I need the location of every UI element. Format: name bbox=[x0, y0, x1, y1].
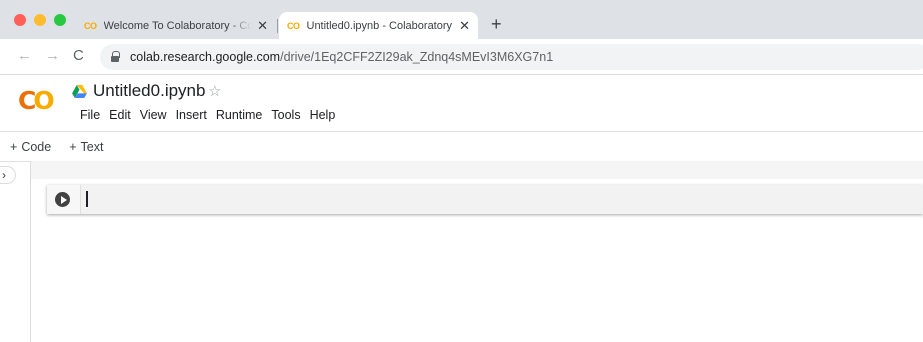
maximize-window-button[interactable] bbox=[54, 14, 66, 26]
menu-edit[interactable]: Edit bbox=[109, 108, 131, 122]
notebook-toolbar: + Code + Text bbox=[0, 131, 923, 161]
menu-view[interactable]: View bbox=[140, 108, 167, 122]
menu-help[interactable]: Help bbox=[310, 108, 336, 122]
menu-runtime[interactable]: Runtime bbox=[216, 108, 263, 122]
new-tab-button[interactable]: + bbox=[491, 15, 502, 33]
tab-separator bbox=[277, 19, 278, 33]
close-icon[interactable]: ✕ bbox=[257, 18, 268, 34]
tab-title: Welcome To Colaboratory - Cola bbox=[103, 19, 252, 32]
star-icon[interactable]: ☆ bbox=[208, 82, 221, 100]
logo-letter-o: O bbox=[33, 86, 54, 115]
url-path: /drive/1Eq2CFF2ZI29ak_Zdnq4sMEvI3M6XG7n1 bbox=[280, 50, 554, 64]
notebook-top-strip bbox=[31, 161, 923, 179]
forward-arrow-icon[interactable]: → bbox=[45, 48, 60, 64]
menu-tools[interactable]: Tools bbox=[271, 108, 300, 122]
logo-letter-c: C bbox=[18, 86, 36, 115]
tab-welcome[interactable]: CO Welcome To Colaboratory - Cola ✕ bbox=[76, 12, 276, 39]
code-editor[interactable] bbox=[80, 185, 923, 214]
colab-favicon-icon: CO bbox=[84, 20, 97, 31]
address-bar: ← → C colab.research.google.com/drive/1E… bbox=[0, 39, 923, 75]
cell-gutter bbox=[47, 185, 80, 214]
url-input[interactable]: colab.research.google.com/drive/1Eq2CFF2… bbox=[100, 44, 923, 70]
back-arrow-icon[interactable]: ← bbox=[17, 48, 32, 64]
colab-favicon-icon: CO bbox=[287, 20, 300, 31]
close-icon[interactable]: ✕ bbox=[459, 18, 470, 34]
close-window-button[interactable] bbox=[14, 14, 26, 26]
reload-icon[interactable]: C bbox=[73, 48, 84, 64]
menu-file[interactable]: File bbox=[80, 108, 100, 122]
left-sidebar bbox=[0, 161, 31, 342]
tab-untitled[interactable]: CO Untitled0.ipynb - Colaboratory ✕ bbox=[279, 12, 478, 39]
plus-icon: + bbox=[10, 139, 18, 154]
tab-title: Untitled0.ipynb - Colaboratory bbox=[306, 19, 453, 32]
add-code-label: Code bbox=[21, 139, 52, 154]
colab-logo[interactable]: CO bbox=[18, 86, 55, 115]
text-caret bbox=[86, 191, 88, 207]
google-drive-icon bbox=[72, 84, 87, 98]
lock-icon bbox=[110, 51, 120, 63]
menu-bar: File Edit View Insert Runtime Tools Help bbox=[80, 108, 344, 122]
browser-tab-bar: CO Welcome To Colaboratory - Cola ✕ CO U… bbox=[0, 0, 923, 39]
notebook-title-label: Untitled0.ipynb bbox=[93, 81, 206, 100]
add-code-button[interactable]: + Code bbox=[10, 140, 51, 154]
plus-icon: + bbox=[69, 139, 77, 154]
minimize-window-button[interactable] bbox=[34, 14, 46, 26]
notebook-title[interactable]: Untitled0.ipynb bbox=[72, 81, 205, 101]
add-text-label: Text bbox=[80, 139, 104, 154]
menu-insert[interactable]: Insert bbox=[176, 108, 207, 122]
add-text-button[interactable]: + Text bbox=[69, 140, 103, 154]
code-cell[interactable] bbox=[47, 185, 923, 214]
url-host: colab.research.google.com bbox=[130, 50, 281, 64]
run-cell-icon[interactable] bbox=[55, 192, 70, 207]
